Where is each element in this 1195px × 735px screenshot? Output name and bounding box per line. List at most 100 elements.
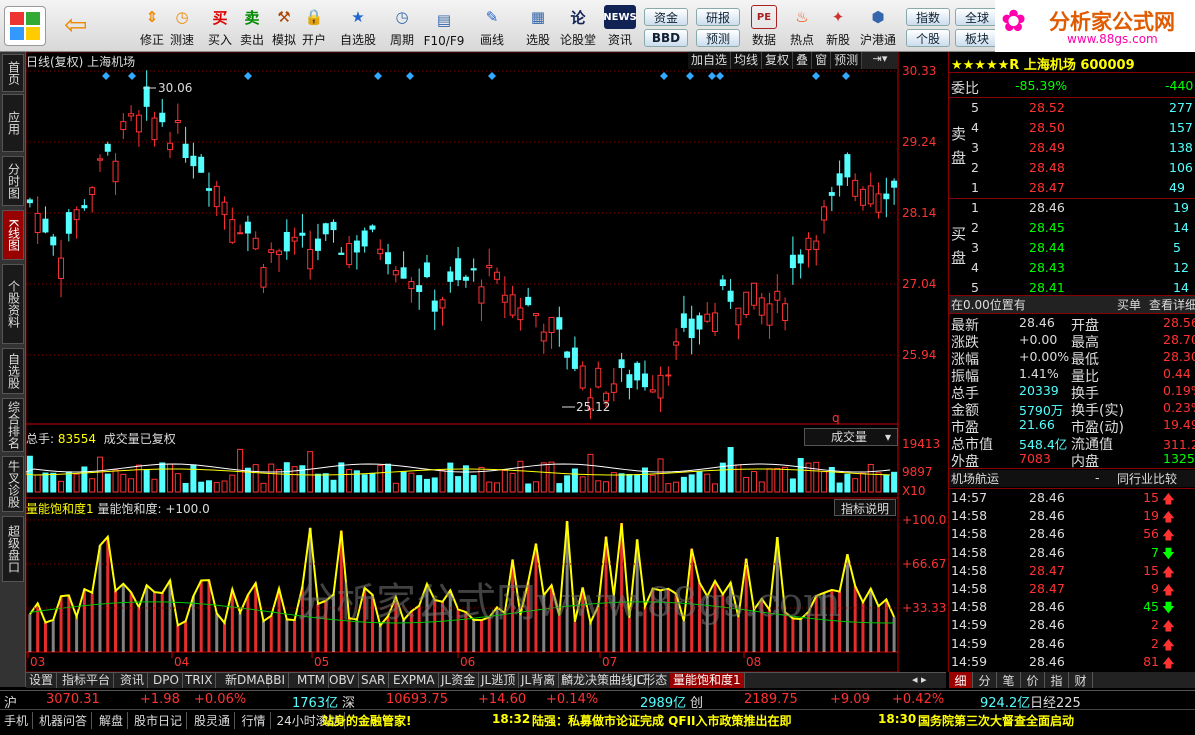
news-button-12[interactable]: NEWS 资讯	[600, 2, 640, 50]
back-arrow-icon[interactable]: ⇦	[64, 10, 94, 40]
tab-1[interactable]: 指标平台	[59, 673, 115, 688]
volume-bar	[548, 461, 555, 493]
chart-menu-item-3[interactable]: 叠	[793, 52, 813, 69]
leftnav-item-4[interactable]: 个股资料	[2, 264, 24, 344]
quote-tab-1[interactable]: 分	[973, 672, 997, 688]
tab-scroll-arrows-icon[interactable]: ◂ ▸	[912, 673, 946, 688]
tab-11[interactable]: JL资金	[438, 673, 480, 688]
cell: 15	[1143, 562, 1159, 578]
news-item-1[interactable]: 陆强：私募做市论证完成 QFII入市政策推出在即	[532, 712, 792, 729]
sse-hk-button-16[interactable]: ⬢ 沪港通	[858, 2, 898, 50]
chart-menu-item-2[interactable]: 复权	[762, 52, 794, 69]
tab-9[interactable]: SAR	[358, 673, 390, 688]
volume-bar	[221, 480, 228, 493]
leftnav-item-2[interactable]: 分时图	[2, 156, 24, 206]
fund-button[interactable]: 资金	[644, 8, 688, 26]
bottom-item-5[interactable]: 行情	[242, 712, 271, 729]
event-diamond-icon	[660, 72, 668, 80]
forecast-button[interactable]: 预测	[696, 29, 740, 47]
kline-chart-area[interactable]: 30.33 29.24 28.14 27.04 25.94 30.06 25.12 q 1941…	[26, 52, 946, 672]
candle-body	[408, 281, 415, 290]
bottom-item-3[interactable]: 股市日记	[134, 712, 188, 729]
index-button[interactable]: 指数	[906, 8, 950, 26]
bbd-button[interactable]: BBD	[644, 29, 688, 47]
tab-0[interactable]: 设置	[26, 673, 58, 688]
chart-menu-item-5[interactable]: 预测	[831, 52, 863, 69]
chart-menu-item-0[interactable]: 加自选	[688, 52, 732, 69]
candle-body	[299, 232, 306, 236]
volume-select[interactable]: 成交量 ▾	[804, 428, 898, 446]
quote-tab-4[interactable]: 指	[1045, 672, 1069, 688]
leftnav-item-0[interactable]: 首页	[2, 54, 24, 92]
pen-button-9[interactable]: ✎ 画线	[472, 2, 512, 50]
quote-tab-0[interactable]: 细	[949, 672, 973, 688]
stat-row-7: 总市值548.4亿流通值311.2亿	[949, 434, 1195, 453]
news-icon: NEWS	[603, 5, 637, 29]
f10-button-8[interactable]: ▤ F10/F9	[424, 2, 465, 50]
pe-button-13[interactable]: PE 数据	[744, 2, 784, 50]
clock-button-7[interactable]: ◷ 周期	[382, 2, 422, 50]
stat-row-4: 总手20339换手0.19%	[949, 383, 1195, 402]
sector-button[interactable]: 板块	[955, 29, 999, 47]
candle-body	[712, 312, 719, 332]
tab-15[interactable]: JL形态	[630, 673, 672, 688]
tab-4[interactable]: TRIX	[182, 673, 217, 688]
menu-grid-icon[interactable]	[4, 6, 46, 46]
indicator-axis-label: +33.33	[902, 601, 946, 615]
hot-button-14[interactable]: ♨ 热点	[782, 2, 822, 50]
chart-menu-item-1[interactable]: 均线	[731, 52, 763, 69]
bottom-item-4[interactable]: 股灵通	[194, 712, 236, 729]
cell: 1.41%	[1019, 366, 1059, 381]
more-arrow-icon[interactable]: ⇥▾	[862, 52, 898, 69]
tab-13[interactable]: JL背离	[518, 673, 560, 688]
star-button-6[interactable]: ★ 自选股	[338, 2, 378, 50]
chart-menu-item-4[interactable]: 窗	[812, 52, 832, 69]
candle-body	[260, 267, 267, 288]
quote-tab-5[interactable]: 财	[1069, 672, 1093, 688]
lock-button-5[interactable]: 🔒 开户	[294, 2, 334, 50]
stock-button[interactable]: 个股	[906, 29, 950, 47]
bottom-item-2[interactable]: 解盘	[99, 712, 129, 729]
clock-button-1[interactable]: ◷ 测速	[162, 2, 202, 50]
cell: 5	[971, 100, 979, 115]
news-item-2[interactable]: 国务院第三次大督查全面启动	[918, 712, 1074, 729]
global-button[interactable]: 全球	[955, 8, 999, 26]
volume-bar	[525, 483, 532, 493]
cell: 14:57	[951, 490, 988, 505]
leftnav-item-3[interactable]: K线图	[2, 210, 24, 260]
cell: 20339	[1019, 383, 1059, 398]
research-button[interactable]: 研报	[696, 8, 740, 26]
volume-bar	[486, 481, 493, 493]
candle-body	[120, 121, 127, 131]
tab-16[interactable]: 量能饱和度1	[670, 673, 745, 688]
leftnav-item-8[interactable]: 超级盘口	[2, 516, 24, 582]
tab-2[interactable]: 资讯	[117, 673, 149, 688]
cell: 28.44	[1029, 240, 1065, 255]
tab-6[interactable]: BBI	[262, 673, 290, 688]
candle-body	[883, 193, 890, 200]
new-button-15[interactable]: ✦ 新股	[818, 2, 858, 50]
leftnav-item-7[interactable]: 牛叉诊股	[2, 456, 24, 512]
quote-tab-3[interactable]: 价	[1021, 672, 1045, 688]
bottom-item-1[interactable]: 机器问答	[39, 712, 93, 729]
toolbar-label: 新股	[825, 33, 850, 47]
bottom-item-0[interactable]: 手机	[4, 712, 34, 729]
indicator-help-button[interactable]: 指标说明	[834, 499, 896, 516]
tab-12[interactable]: JL逃顶	[478, 673, 520, 688]
tab-3[interactable]: DPO	[150, 673, 183, 688]
select-button-10[interactable]: ▦ 选股	[518, 2, 558, 50]
leftnav-item-1[interactable]: 应用	[2, 94, 24, 152]
tab-7[interactable]: MTM	[294, 673, 330, 688]
tick-row-3: 14:58 28.46 7 🡇	[949, 545, 1195, 562]
leftnav-item-6[interactable]: 综合排名	[2, 398, 24, 452]
candle-body	[42, 218, 49, 233]
tab-10[interactable]: EXPMA	[390, 673, 439, 688]
tab-8[interactable]: OBV	[326, 673, 359, 688]
volume-bar	[34, 474, 41, 493]
leftnav-item-5[interactable]: 自选股	[2, 348, 24, 394]
candle-body	[571, 347, 578, 369]
lun-button-11[interactable]: 论论股堂	[558, 2, 598, 50]
quote-tab-2[interactable]: 笔	[997, 672, 1021, 688]
candle-body	[283, 231, 290, 252]
volume-bar	[603, 481, 610, 493]
